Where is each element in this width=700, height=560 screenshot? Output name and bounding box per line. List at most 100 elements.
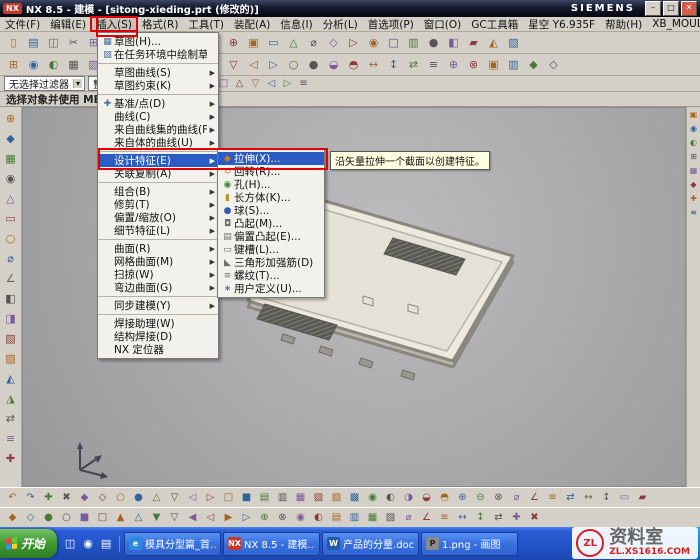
toolbar-icon[interactable]: ◐ [688,137,700,149]
toolbar-icon[interactable]: ▭ [616,489,633,506]
menu-bar-item[interactable]: 分析(L) [318,17,363,31]
menu-bar-item[interactable]: 星空 Y6.935F [523,17,600,31]
toolbar-icon[interactable]: ▽ [166,489,183,506]
toolbar-icon[interactable]: ◮ [1,389,20,408]
toolbar-icon[interactable]: ◓ [344,55,363,74]
toolbar-icon[interactable]: ⊗ [464,55,483,74]
toolbar-icon[interactable]: ◨ [1,309,20,328]
toolbar-icon[interactable]: ⌀ [1,249,20,268]
start-button[interactable]: 开始 [0,529,57,558]
toolbar-icon[interactable]: ◀ [184,509,201,526]
toolbar-icon[interactable]: ◭ [484,33,503,52]
toolbar-icon[interactable]: ◐ [44,55,63,74]
toolbar-icon[interactable]: ◇ [324,33,343,52]
menu-bar-item[interactable]: 工具(T) [183,17,229,31]
menu-bar-item[interactable]: 编辑(E) [45,17,91,31]
toolbar-icon[interactable]: ▨ [328,489,345,506]
menu-bar-item[interactable]: 信息(I) [275,17,317,31]
menu-bar-item[interactable]: 首选项(P) [363,17,419,31]
toolbar-icon[interactable]: ∠ [1,269,20,288]
maximize-button[interactable]: □ [663,1,679,16]
toolbar-icon[interactable]: ◇ [94,489,111,506]
toolbar-icon[interactable]: ○ [58,509,75,526]
toolbar-icon[interactable]: ↔ [580,489,597,506]
submenu-item[interactable]: ∗ 用户定义(U)... [218,282,324,295]
toolbar-icon[interactable]: ◆ [688,179,700,191]
toolbar-icon[interactable]: ⊞ [688,151,700,163]
toolbar-icon[interactable]: ▯ [4,33,23,52]
toolbar-icon[interactable]: □ [94,509,111,526]
toolbar-icon[interactable]: ▦ [64,55,83,74]
toolbar-icon[interactable]: ↷ [22,489,39,506]
toolbar-icon[interactable]: ◑ [400,489,417,506]
toolbar-icon[interactable]: ⊖ [472,489,489,506]
toolbar-icon[interactable]: △ [284,33,303,52]
toolbar-icon[interactable]: ▧ [504,33,523,52]
snap-toolbar-icon[interactable]: ▷ [280,76,295,91]
toolbar-icon[interactable]: ✂ [64,33,83,52]
toolbar-icon[interactable]: ● [304,55,323,74]
toolbar-icon[interactable]: ◁ [244,55,263,74]
toolbar-icon[interactable]: ▤ [328,509,345,526]
toolbar-icon[interactable]: ↕ [384,55,403,74]
minimize-button[interactable]: – [645,1,661,16]
toolbar-icon[interactable]: ◆ [524,55,543,74]
toolbar-icon[interactable]: ▽ [224,55,243,74]
toolbar-icon[interactable]: ⊕ [224,33,243,52]
toolbar-icon[interactable]: ▼ [148,509,165,526]
toolbar-icon[interactable]: ⊕ [1,109,20,128]
toolbar-icon[interactable]: ▥ [504,55,523,74]
toolbar-icon[interactable]: ▭ [264,33,283,52]
toolbar-icon[interactable]: ⊗ [490,489,507,506]
toolbar-icon[interactable]: ◉ [364,489,381,506]
toolbar-icon[interactable]: ◐ [310,509,327,526]
toolbar-icon[interactable]: ◁ [202,509,219,526]
toolbar-icon[interactable]: ⌀ [304,33,323,52]
toolbar-icon[interactable]: ▷ [344,33,363,52]
toolbar-icon[interactable]: ▦ [364,509,381,526]
toolbar-icon[interactable]: ⊗ [274,509,291,526]
toolbar-icon[interactable]: ⌀ [508,489,525,506]
toolbar-icon[interactable]: ▰ [634,489,651,506]
insert-menu-item[interactable]: NX 定位器 [98,343,218,356]
toolbar-icon[interactable]: ▽ [166,509,183,526]
snap-toolbar-icon[interactable]: ▽ [248,76,263,91]
toolbar-icon[interactable]: ✚ [688,193,700,205]
toolbar-icon[interactable]: ● [130,489,147,506]
toolbar-icon[interactable]: □ [220,489,237,506]
toolbar-icon[interactable]: ● [424,33,443,52]
toolbar-icon[interactable]: ≡ [688,207,700,219]
toolbar-icon[interactable]: ◉ [688,123,700,135]
toolbar-icon[interactable]: ● [40,509,57,526]
toolbar-icon[interactable]: ▶ [220,509,237,526]
toolbar-icon[interactable]: ▷ [238,509,255,526]
toolbar-icon[interactable]: ▤ [256,489,273,506]
toolbar-icon[interactable]: ✚ [1,449,20,468]
quick-launch-icon[interactable]: ◉ [80,536,96,552]
toolbar-icon[interactable]: ⊕ [454,489,471,506]
taskbar-task-button[interactable]: NX NX 8.5 - 建模... [223,532,320,556]
close-button[interactable]: ✕ [681,1,697,16]
toolbar-icon[interactable]: ▣ [244,33,263,52]
insert-menu-item[interactable]: 关联复制(A) ▶ [98,167,218,183]
toolbar-icon[interactable]: ◉ [24,55,43,74]
toolbar-icon[interactable]: ▥ [274,489,291,506]
toolbar-icon[interactable]: ■ [238,489,255,506]
toolbar-icon[interactable]: ◇ [544,55,563,74]
insert-menu-item[interactable]: 来自体的曲线(U) ▶ [98,136,218,152]
menu-bar-item[interactable]: 格式(R) [137,17,184,31]
toolbar-icon[interactable]: ▧ [1,329,20,348]
toolbar-icon[interactable]: ≡ [1,429,20,448]
toolbar-icon[interactable]: ▦ [292,489,309,506]
menu-bar-item[interactable]: GC工具箱 [466,17,523,31]
menu-bar-item[interactable]: 装配(A) [229,17,275,31]
toolbar-icon[interactable]: ◒ [324,55,343,74]
toolbar-icon[interactable]: ▷ [264,55,283,74]
selection-filter-combo[interactable]: 无选择过滤器 ▾ [4,76,85,91]
toolbar-icon[interactable]: ↔ [454,509,471,526]
toolbar-icon[interactable]: ∠ [418,509,435,526]
toolbar-icon[interactable]: ◒ [418,489,435,506]
toolbar-icon[interactable]: ⇄ [490,509,507,526]
toolbar-icon[interactable]: △ [148,489,165,506]
toolbar-icon[interactable]: ▰ [464,33,483,52]
